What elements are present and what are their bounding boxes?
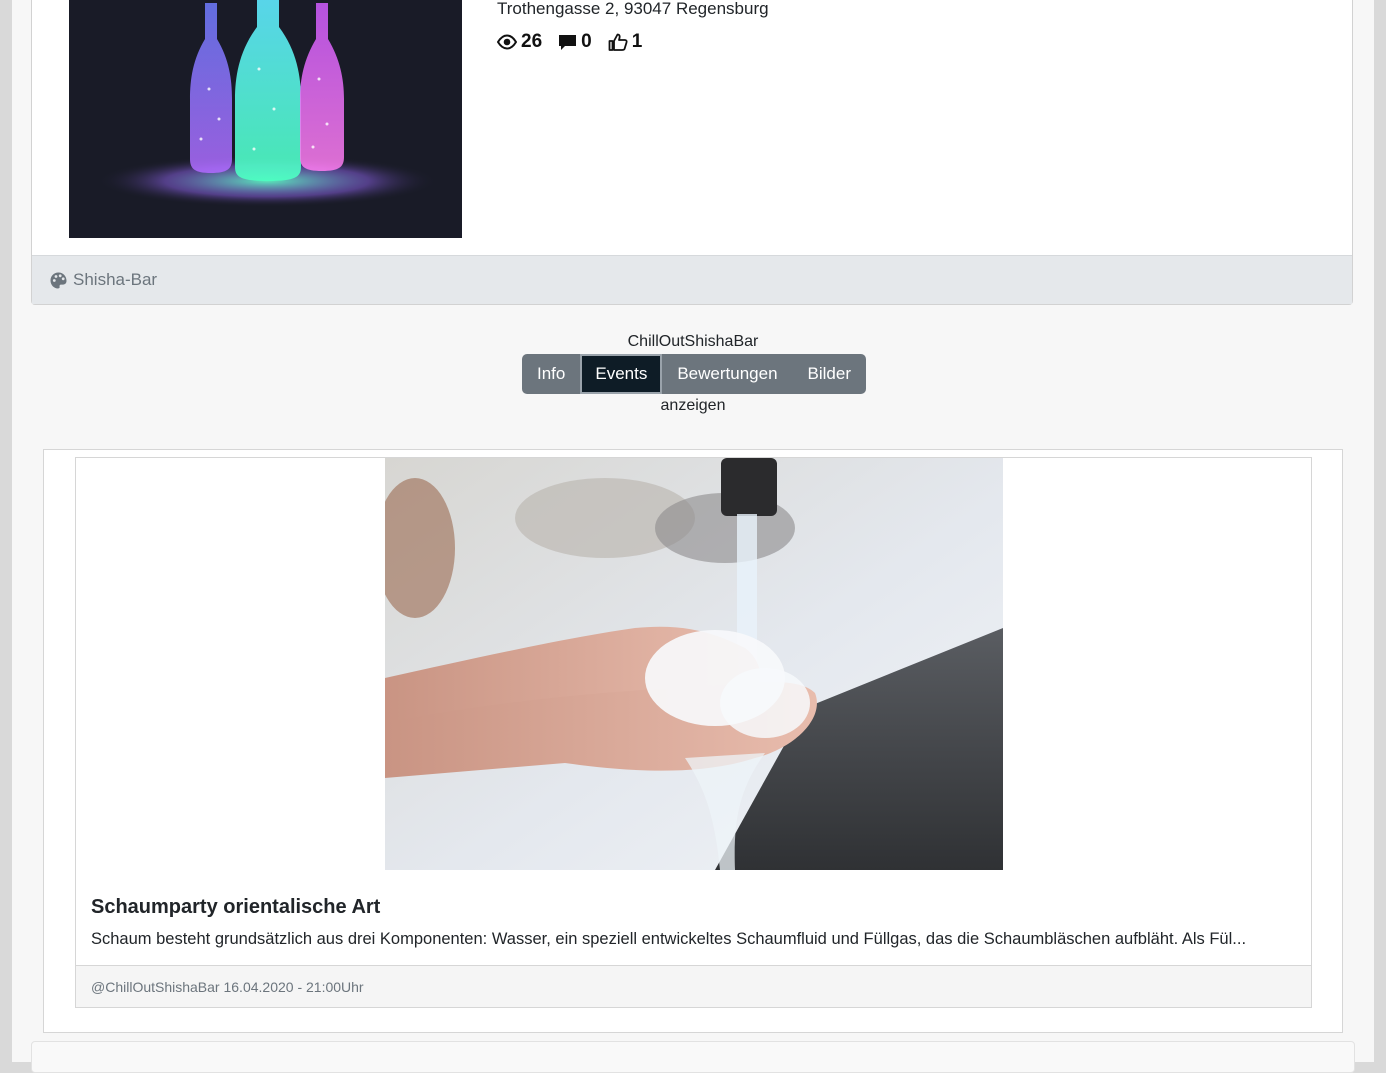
event-card[interactable]: Schaumparty orientalische Art Schaum bes…: [75, 457, 1312, 1008]
event-meta: @ChillOutShishaBar 16.04.2020 - 21:00Uhr: [91, 978, 364, 995]
eye-icon: [497, 34, 517, 50]
tab-bilder[interactable]: Bilder: [793, 354, 866, 394]
events-list: Schaumparty orientalische Art Schaum bes…: [43, 449, 1343, 1033]
venue-stats: 26 0 1: [497, 31, 642, 53]
palette-icon: [50, 272, 67, 288]
venue-image[interactable]: [69, 0, 462, 238]
page: Trothengasse 2, 93047 Regensburg 26 0 1 …: [12, 0, 1374, 1073]
venue-card-body: Trothengasse 2, 93047 Regensburg 26 0 1: [32, 0, 1352, 255]
event-title[interactable]: Schaumparty orientalische Art: [91, 896, 380, 919]
comments-count: 0: [581, 31, 592, 52]
likes-stat[interactable]: 1: [608, 31, 643, 53]
event-description: Schaum besteht grundsätzlich aus drei Ko…: [91, 930, 1247, 948]
next-card-edge: [31, 1041, 1355, 1073]
likes-count: 1: [631, 31, 643, 52]
venue-category: Shisha-Bar: [73, 270, 158, 289]
views-stat: 26: [497, 31, 542, 53]
tab-bewertungen[interactable]: Bewertungen: [662, 354, 792, 394]
glowing-bottles-image: [69, 0, 462, 238]
comments-stat: 0: [558, 31, 592, 53]
venue-address: Trothengasse 2, 93047 Regensburg: [497, 0, 769, 18]
tab-events[interactable]: Events: [580, 354, 663, 394]
event-image[interactable]: [385, 458, 1003, 870]
event-card-footer: @ChillOutShishaBar 16.04.2020 - 21:00Uhr: [76, 965, 1311, 1007]
venue-name-label: ChillOutShishaBar: [627, 333, 759, 350]
comment-icon: [559, 34, 577, 50]
venue-card: Trothengasse 2, 93047 Regensburg 26 0 1 …: [31, 0, 1353, 305]
tab-info[interactable]: Info: [522, 354, 580, 394]
venue-card-footer: Shisha-Bar: [32, 255, 1352, 304]
view-tab-group: Info Events Bewertungen Bilder: [522, 354, 866, 394]
thumbs-up-icon: [608, 33, 628, 51]
show-label: anzeigen: [660, 397, 726, 414]
views-count: 26: [521, 31, 543, 52]
hand-washing-image: [385, 458, 1003, 870]
